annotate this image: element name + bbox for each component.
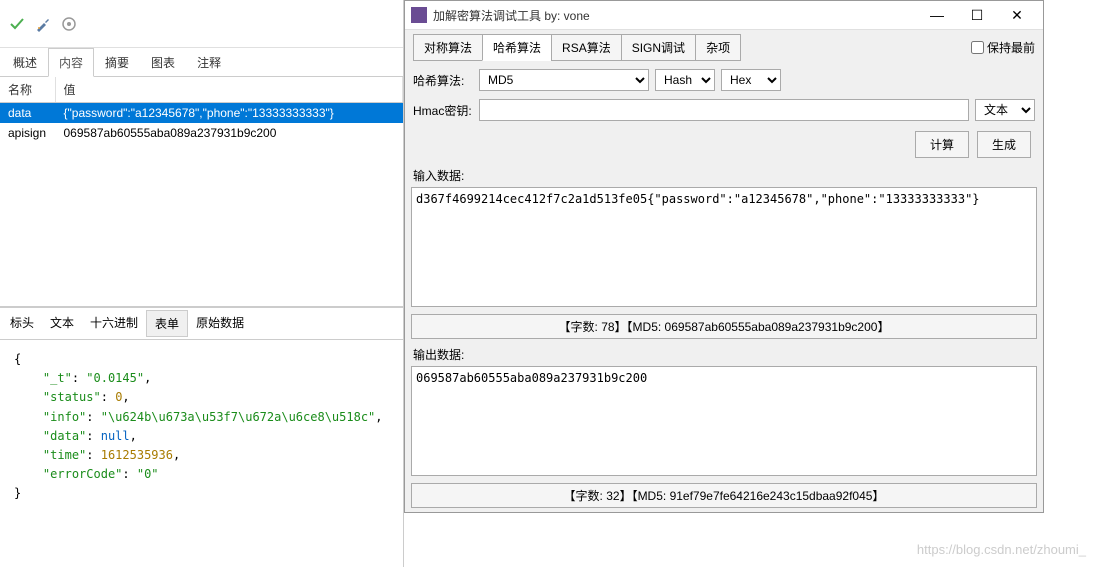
output-status: 【字数: 32】【MD5: 91ef79e7fe64216e243c15dbaa… (411, 483, 1037, 508)
cell-name: data (0, 103, 55, 124)
tool-tabs-row: 对称算法 哈希算法 RSA算法 SIGN调试 杂项 保持最前 (405, 30, 1043, 65)
mode-select[interactable]: Hash (655, 69, 715, 91)
hash-algo-select[interactable]: MD5 (479, 69, 649, 91)
top-tabs: 概述 内容 摘要 图表 注释 (0, 48, 403, 77)
keep-on-top-checkbox[interactable]: 保持最前 (971, 39, 1035, 56)
col-value[interactable]: 值 (55, 77, 403, 103)
output-data-label: 输出数据: (405, 343, 1043, 366)
gear-icon[interactable] (60, 15, 78, 33)
tab-form[interactable]: 表单 (146, 310, 188, 337)
input-data-textarea[interactable]: d367f4699214cec412f7c2a1d513fe05{"passwo… (411, 187, 1037, 307)
table-row[interactable]: apisign 069587ab60555aba089a237931b9c200 (0, 123, 403, 143)
tab-raw[interactable]: 原始数据 (188, 310, 252, 337)
generate-button[interactable]: 生成 (977, 131, 1031, 158)
cell-name: apisign (0, 123, 55, 143)
output-data-textarea[interactable]: 069587ab60555aba089a237931b9c200 (411, 366, 1037, 476)
check-icon[interactable] (8, 15, 26, 33)
json-view: { "_t": "0.0145", "status": 0, "info": "… (0, 340, 403, 520)
tab-content[interactable]: 内容 (48, 48, 94, 77)
tab-rsa[interactable]: RSA算法 (551, 34, 621, 61)
window-title: 加解密算法调试工具 by: vone (433, 7, 917, 24)
titlebar: 加解密算法调试工具 by: vone — ☐ ✕ (405, 1, 1043, 30)
hash-algo-label: 哈希算法: (413, 72, 473, 89)
col-name[interactable]: 名称 (0, 77, 55, 103)
cell-value: 069587ab60555aba089a237931b9c200 (55, 123, 403, 143)
data-table: 名称 值 data {"password":"a12345678","phone… (0, 77, 403, 143)
crypto-tool-window: 加解密算法调试工具 by: vone — ☐ ✕ 对称算法 哈希算法 RSA算法… (404, 0, 1044, 513)
bottom-tabs: 标头 文本 十六进制 表单 原始数据 (0, 307, 403, 340)
table-row[interactable]: data {"password":"a12345678","phone":"13… (0, 103, 403, 124)
tab-symmetric[interactable]: 对称算法 (413, 34, 482, 61)
keep-on-top-input[interactable] (971, 41, 984, 54)
tab-text[interactable]: 文本 (42, 310, 82, 337)
tab-header[interactable]: 标头 (2, 310, 42, 337)
tab-summary[interactable]: 摘要 (94, 48, 140, 76)
input-data-label: 输入数据: (405, 164, 1043, 187)
tab-sign[interactable]: SIGN调试 (621, 34, 695, 61)
watermark: https://blog.csdn.net/zhoumi_ (917, 542, 1086, 557)
tab-hex[interactable]: 十六进制 (82, 310, 146, 337)
hmac-type-select[interactable]: 文本 (975, 99, 1035, 121)
minimize-button[interactable]: — (917, 4, 957, 26)
close-button[interactable]: ✕ (997, 4, 1037, 26)
cell-value: {"password":"a12345678","phone":"1333333… (55, 103, 403, 124)
keep-on-top-label: 保持最前 (987, 39, 1035, 56)
left-toolbar (0, 0, 403, 48)
tab-hash[interactable]: 哈希算法 (482, 34, 551, 61)
left-panel: 概述 内容 摘要 图表 注释 名称 值 data {"password":"a1… (0, 0, 404, 567)
hmac-key-label: Hmac密钥: (413, 102, 473, 119)
input-status: 【字数: 78】【MD5: 069587ab60555aba089a237931… (411, 314, 1037, 339)
tab-misc[interactable]: 杂项 (695, 34, 741, 61)
data-table-container: 名称 值 data {"password":"a12345678","phone… (0, 77, 403, 307)
app-icon (411, 7, 427, 23)
tools-icon[interactable] (34, 15, 52, 33)
tab-chart[interactable]: 图表 (140, 48, 186, 76)
hmac-key-input[interactable] (479, 99, 969, 121)
maximize-button[interactable]: ☐ (957, 4, 997, 26)
tab-notes[interactable]: 注释 (186, 48, 232, 76)
calc-button[interactable]: 计算 (915, 131, 969, 158)
tab-overview[interactable]: 概述 (2, 48, 48, 76)
encoding-select[interactable]: Hex (721, 69, 781, 91)
